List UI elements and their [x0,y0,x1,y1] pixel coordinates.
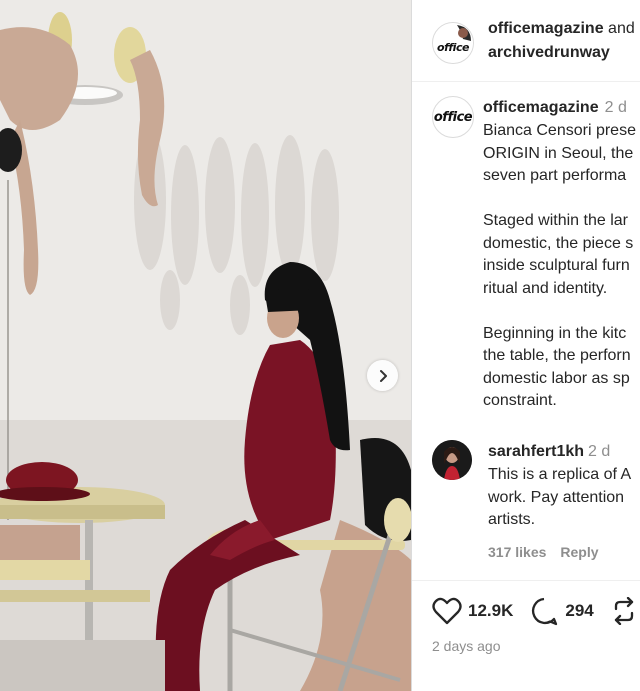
caption-header: officemagazine 2 d [483,99,627,117]
caption-line: Beginning in the kitc [483,324,627,342]
caption-office-logo: office [433,109,473,125]
caption-line: Bianca Censori prese [483,122,636,139]
comment-button[interactable]: 294 [529,596,594,626]
actions-divider [412,580,640,581]
header-avatar[interactable]: office [432,22,474,64]
comment-bubble-icon [532,597,558,626]
header-collaborator-link[interactable]: archivedrunway [488,44,610,62]
office-logo: office [437,40,469,54]
caption-line: the table, the perforn [483,347,631,364]
comment-username[interactable]: sarahfert1kh [488,443,584,460]
caption-line: constraint. [483,392,557,409]
performance-photo [0,0,411,691]
next-image-button[interactable] [367,360,398,391]
commenter-photo-icon [432,440,472,480]
post-timestamp: 2 days ago [432,638,501,654]
repost-button[interactable] [610,597,638,625]
caption-line [483,300,636,323]
caption-line [483,188,636,211]
comment-reply-button[interactable]: Reply [560,544,598,560]
header-account-link[interactable]: officemagazine [488,20,604,37]
caption-line: ORIGIN in Seoul, the [483,144,634,162]
post-image[interactable] [0,0,411,691]
comment-likes[interactable]: 317 likes [488,544,546,560]
like-button[interactable]: 12.9K [432,597,513,625]
header-conjunction: and [608,20,635,37]
comment-time: 2 d [588,443,611,460]
comment-line: artists. [488,511,536,528]
caption-avatar[interactable]: office [432,96,474,138]
repost-icon [614,597,633,625]
comment-line: work. Pay attention [488,488,625,506]
post-sidebar: office officemagazine and archivedrunway… [412,0,640,691]
comment-header: sarahfert1kh 2 d [488,443,610,461]
action-bar: 12.9K 294 [432,596,640,626]
caption-line: ritual and identity. [483,279,608,297]
heart-icon [432,597,462,625]
caption-time: 2 d [604,99,627,116]
caption-line: domestic labor as sp [483,369,630,387]
comment-text: This is a replica of A work. Pay attenti… [488,464,631,532]
comment-count: 294 [565,601,594,620]
comment-meta: 317 likes Reply [488,544,613,560]
chevron-right-icon [379,369,387,382]
comment-line: This is a replica of A [488,466,632,483]
commenter-avatar[interactable] [432,440,472,480]
caption-line: seven part performa [483,167,627,184]
caption-line: domestic, the piece s [483,234,634,252]
header-divider [412,81,640,82]
header-title-row: officemagazine and [488,20,635,38]
caption-line: Staged within the lar [483,212,628,229]
like-count: 12.9K [468,601,514,620]
caption-username[interactable]: officemagazine [483,99,599,116]
caption-text: Bianca Censori prese ORIGIN in Seoul, th… [483,120,636,413]
caption-line: inside sculptural furn [483,257,630,274]
